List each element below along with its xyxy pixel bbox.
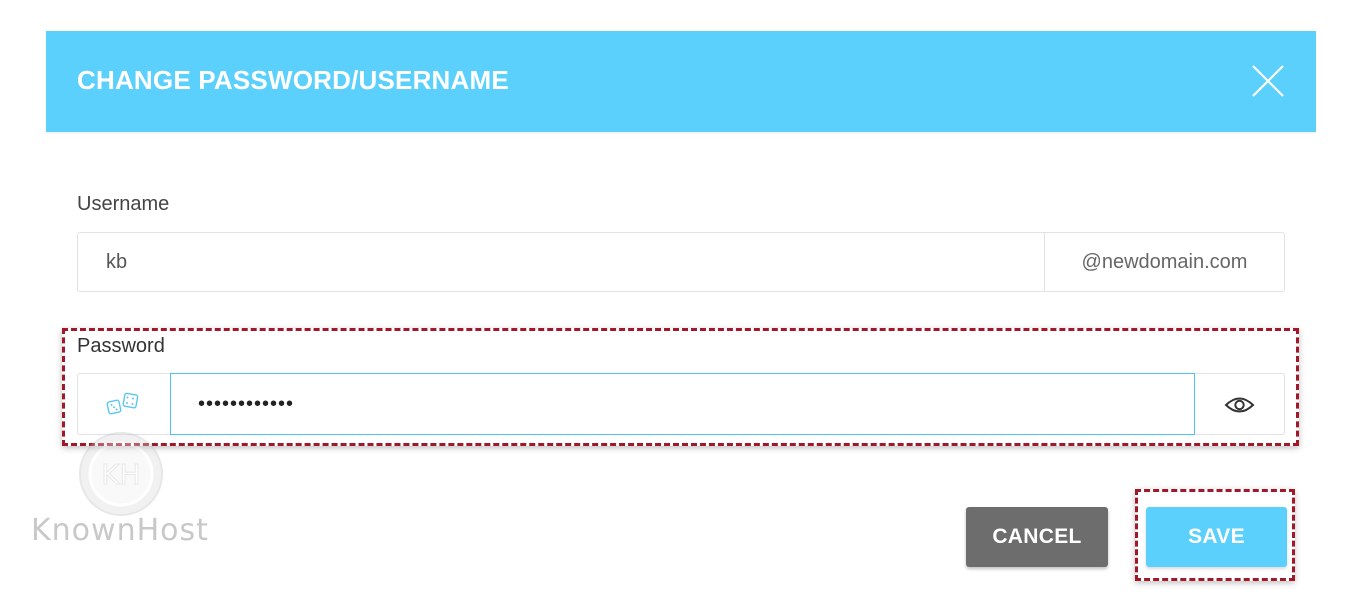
svg-text:KH: KH: [101, 458, 140, 491]
knownhost-logo: KH: [77, 430, 165, 518]
dice-icon[interactable]: [78, 374, 170, 434]
username-input[interactable]: [78, 233, 1044, 291]
cancel-button[interactable]: CANCEL: [966, 507, 1108, 567]
password-label: Password: [77, 335, 165, 357]
username-label: Username: [77, 193, 170, 215]
modal-title: CHANGE PASSWORD/USERNAME: [77, 65, 509, 95]
watermark-text: KnownHost: [31, 513, 209, 548]
modal-header: CHANGE PASSWORD/USERNAME: [46, 31, 1316, 132]
close-icon[interactable]: [1250, 63, 1286, 99]
username-input-group: @newdomain.com: [77, 232, 1285, 292]
password-input[interactable]: [170, 373, 1195, 435]
page-canvas: CHANGE PASSWORD/USERNAME Username @newdo…: [0, 0, 1372, 611]
domain-suffix: @newdomain.com: [1044, 233, 1284, 291]
save-button[interactable]: SAVE: [1146, 507, 1287, 567]
eye-icon[interactable]: [1195, 374, 1284, 434]
password-input-group: [77, 373, 1285, 435]
